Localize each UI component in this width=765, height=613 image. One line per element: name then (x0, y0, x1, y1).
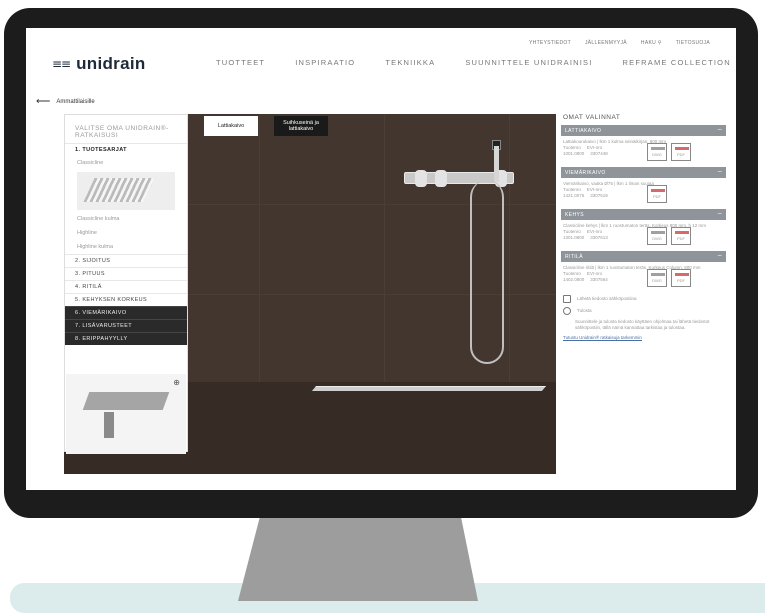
section-body: Classicline kehys | lkm 1 ruostumaton te… (561, 220, 726, 251)
util-link-privacy[interactable]: TIETOSUOJA (676, 40, 710, 46)
pdf-file-icon[interactable]: PDF (647, 185, 667, 203)
drain-product-image (82, 392, 170, 410)
option-thumbnail[interactable] (77, 172, 175, 210)
back-link-label: Ammattilaisille (56, 98, 95, 105)
section-body: Classicline ritilä | lkm 1 ruostumaton t… (561, 262, 726, 293)
nav-item-technique[interactable]: TEKNIIKKA (385, 58, 435, 67)
send-email-action[interactable]: Lähetä tiedosto sähköpostiina (561, 293, 726, 305)
step-product-series[interactable]: 1. TUOTESARJAT (65, 143, 187, 156)
util-link-search[interactable]: HAKU ⚲ (641, 40, 662, 46)
option-highline[interactable]: Highline (65, 226, 187, 240)
util-link-dealer[interactable]: JÄLLEENMYYJÄ (585, 40, 627, 46)
code-value: 1402.0800 (563, 277, 585, 282)
utility-nav: YHTEYSTIEDOT JÄLLEENMYYJÄ HAKU ⚲ TIETOSU… (529, 40, 710, 46)
step-frame-height[interactable]: 5. KEHYKSEN KORKEUS (65, 293, 187, 306)
step-grate[interactable]: 4. RITILÄ (65, 280, 187, 293)
logo[interactable]: ≡≡ unidrain (52, 54, 146, 74)
dwg-file-icon[interactable]: DWG (647, 143, 667, 161)
section-body: Viemärikaivo, vaaka Ø75 | lkm 1 ilman su… (561, 178, 726, 209)
tab-wall-and-drain[interactable]: Suihkuseinä ja lattiakaivo (274, 116, 328, 136)
file-downloads: DWG PDF (647, 143, 724, 161)
selections-title: OMAT VALINNAT (563, 114, 621, 121)
monitor-stand (238, 518, 478, 601)
shower-handle (494, 146, 499, 182)
section-body: Lattiakourukaivo | lkm 1 kulma seinäikir… (561, 136, 726, 167)
email-icon (563, 295, 571, 303)
step-length[interactable]: 3. PITUUS (65, 267, 187, 280)
option-classicline-corner[interactable]: Classicline kulma (65, 212, 187, 226)
site-header: ≡≡ unidrain YHTEYSTIEDOT JÄLLEENMYYJÄ HA… (26, 28, 736, 90)
selection-drain-outlet: VIEMÄRIKAIVO Viemärikaivo, vaaka Ø75 | l… (561, 167, 726, 209)
num-value: 3307519 (590, 193, 608, 198)
code-value: 1001.0800 (563, 151, 585, 156)
monitor-bezel: ≡≡ unidrain YHTEYSTIEDOT JÄLLEENMYYJÄ HA… (4, 8, 758, 518)
step-group: 6. VIEMÄRIKAIVO 7. LISÄVARUSTEET 8. ERIP… (65, 306, 187, 345)
browser-screen: ≡≡ unidrain YHTEYSTIEDOT JÄLLEENMYYJÄ HA… (26, 28, 736, 490)
tab-floor-drain[interactable]: Lattiakaivo (204, 116, 258, 136)
back-link[interactable]: ⟵ Ammattilaisille (36, 96, 95, 107)
section-header[interactable]: LATTIAKAIVO (561, 125, 726, 136)
file-downloads: PDF (647, 185, 724, 203)
file-downloads: DWG PDF (647, 269, 724, 287)
section-header[interactable]: KEHYS (561, 209, 726, 220)
selection-grate: RITILÄ Classicline ritilä | lkm 1 ruostu… (561, 251, 726, 293)
dwg-file-icon[interactable]: DWG (647, 269, 667, 287)
print-label: Tulosta (577, 308, 592, 314)
num-value: 3307613 (590, 235, 608, 240)
selection-frame: KEHYS Classicline kehys | lkm 1 ruostuma… (561, 209, 726, 251)
pdf-file-icon[interactable]: PDF (671, 269, 691, 287)
grate-image (83, 178, 155, 202)
dwg-file-icon[interactable]: DWG (647, 227, 667, 245)
tile-joint (259, 114, 260, 382)
nav-item-reframe[interactable]: REFRAME COLLECTION (623, 58, 731, 67)
nav-item-inspiration[interactable]: INSPIRAATIO (295, 58, 355, 67)
product-preview[interactable]: ⊕ (66, 374, 186, 454)
logo-text: unidrain (76, 54, 146, 73)
valve-knob (415, 170, 427, 187)
option-highline-corner[interactable]: Highline kulma (65, 240, 187, 254)
option-classicline[interactable]: Classicline (65, 156, 187, 170)
drain-pipe-image (104, 412, 114, 438)
nav-item-products[interactable]: TUOTTEET (216, 58, 265, 67)
scene: ≡≡ unidrain YHTEYSTIEDOT JÄLLEENMYYJÄ HA… (0, 0, 765, 613)
print-action[interactable]: Tulosta (561, 305, 726, 317)
code-value: 1301.0800 (563, 235, 585, 240)
search-icon: ⚲ (657, 40, 662, 46)
num-value: 3307448 (590, 151, 608, 156)
step-accessories[interactable]: 7. LISÄVARUSTEET (65, 319, 187, 332)
step-placement[interactable]: 2. SIJOITUS (65, 254, 187, 267)
tile-joint (509, 114, 510, 382)
arrow-left-icon: ⟵ (36, 96, 51, 107)
print-icon (563, 307, 571, 315)
logo-mark-icon: ≡≡ (52, 57, 71, 71)
section-header[interactable]: RITILÄ (561, 251, 726, 262)
file-downloads: DWG PDF (647, 227, 724, 245)
zoom-icon[interactable]: ⊕ (173, 378, 180, 387)
configurator-title: VALITSE OMA UNIDRAIN®-RATKAISUSI (75, 125, 169, 139)
linear-drain (311, 386, 547, 391)
pdf-file-icon[interactable]: PDF (671, 143, 691, 161)
main-nav: TUOTTEET INSPIRAATIO TEKNIIKKA SUUNNITTE… (216, 58, 731, 67)
selection-floor-drain: LATTIAKAIVO Lattiakourukaivo | lkm 1 kul… (561, 125, 726, 167)
section-header[interactable]: VIEMÄRIKAIVO (561, 167, 726, 178)
shower-hose (470, 180, 504, 364)
step-shelf[interactable]: 8. ERIPPAHYYLLY (65, 332, 187, 345)
step-drain-outlet[interactable]: 6. VIEMÄRIKAIVO (65, 306, 187, 319)
util-search-label: HAKU (640, 40, 657, 46)
valve-knob (435, 170, 447, 187)
info-text: Suunnittele ja tulosta tiedosto käyttäen… (575, 319, 710, 330)
send-email-label: Lähetä tiedosto sähköpostiina (577, 296, 637, 302)
util-link-contact[interactable]: YHTEYSTIEDOT (529, 40, 571, 46)
nav-item-design[interactable]: SUUNNITTELE UNIDRAINISI (465, 58, 592, 67)
pdf-file-icon[interactable]: PDF (671, 227, 691, 245)
learn-more-link[interactable]: Tutustu Unidrain® ratkaisuja tarkemmin (561, 333, 726, 342)
tile-joint (384, 114, 385, 382)
code-value: 1421.0075 (563, 193, 585, 198)
num-value: 3307564 (590, 277, 608, 282)
selections-panel: OMAT VALINNAT LATTIAKAIVO Lattiakourukai… (561, 114, 726, 484)
